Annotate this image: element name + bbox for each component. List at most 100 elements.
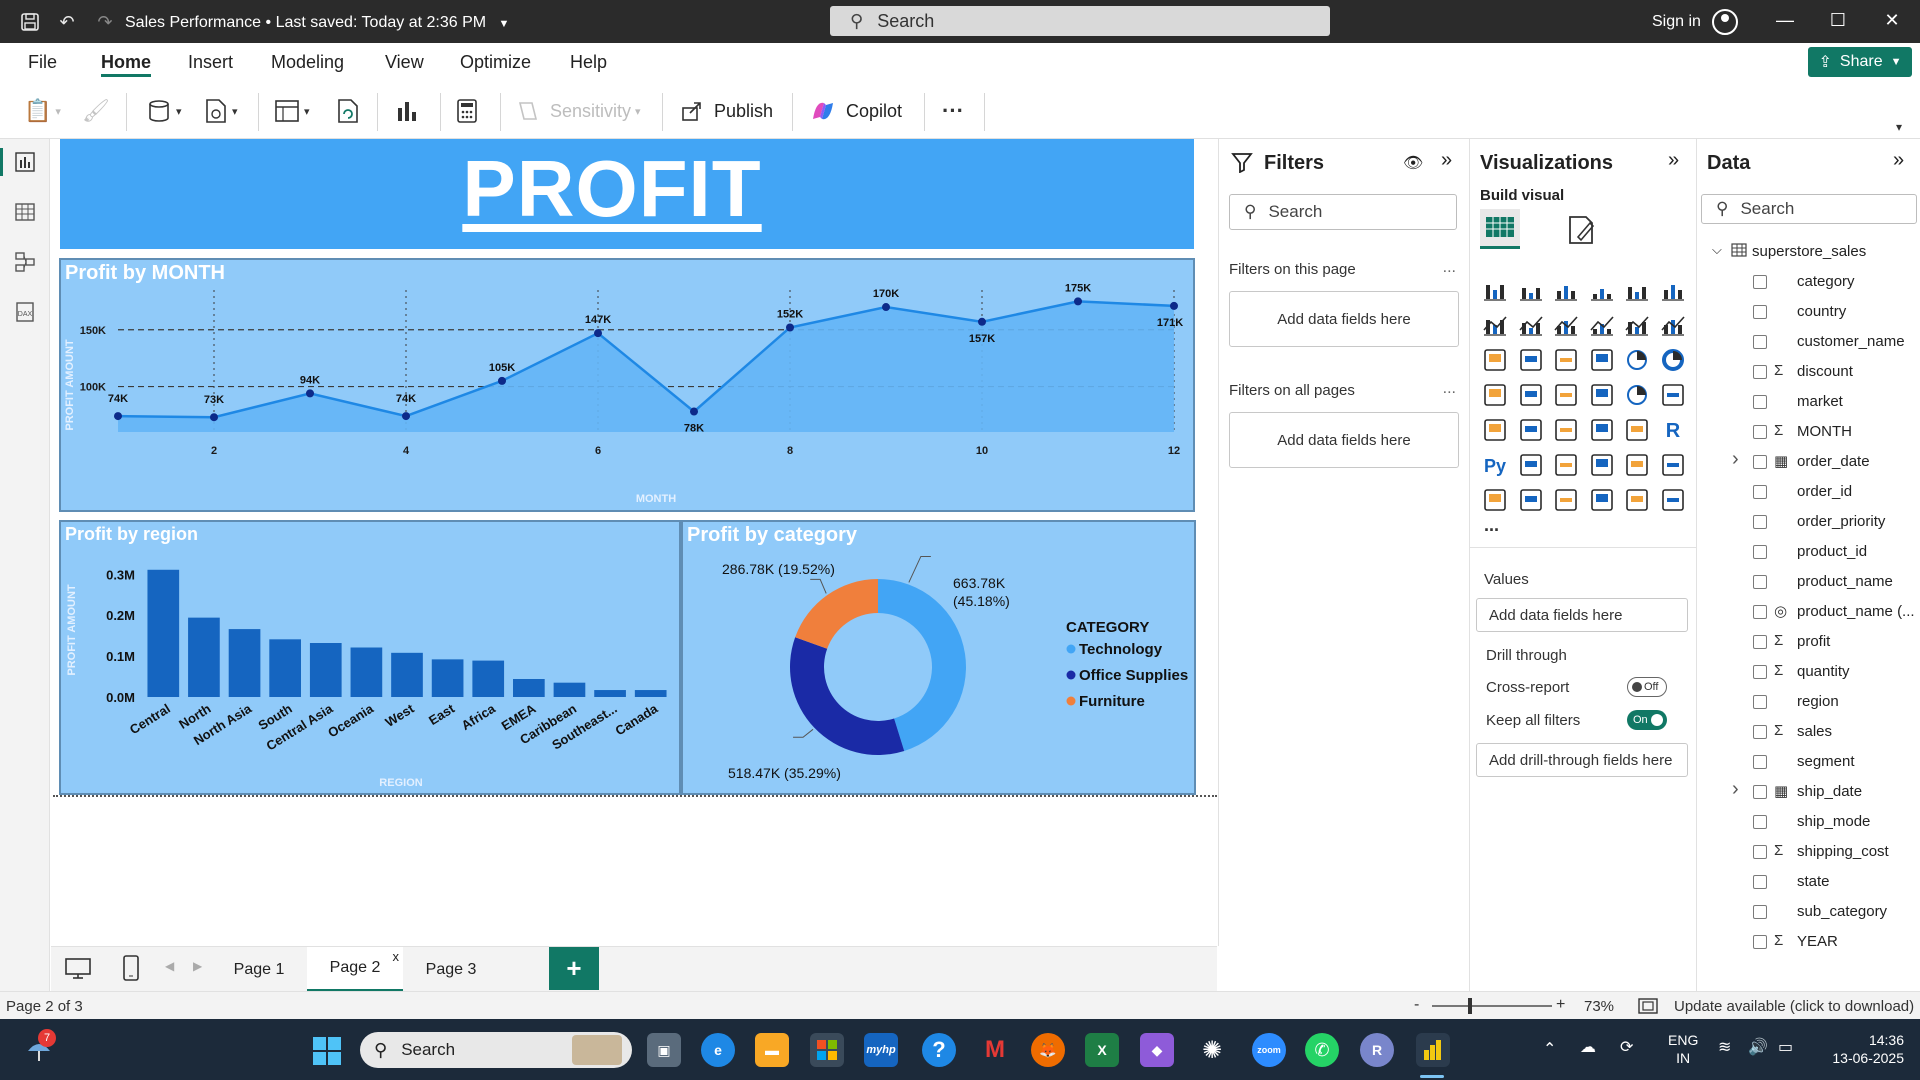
minimize-icon[interactable]: — [1770,10,1800,34]
field-item[interactable]: › ▦ order_date [1697,448,1920,475]
clustered-bar-icon[interactable] [1553,277,1579,303]
model-view-icon[interactable] [12,251,38,277]
matrix-icon[interactable] [1624,417,1650,443]
region-bar[interactable] [513,679,545,697]
field-checkbox[interactable] [1753,395,1767,409]
region-bar[interactable] [594,690,626,697]
region-bar[interactable] [188,617,220,697]
security-tray-icon[interactable]: ☁ [1580,1037,1596,1057]
collapse-data-icon[interactable]: » [1893,149,1904,172]
field-checkbox[interactable] [1753,875,1767,889]
field-item[interactable]: product_name [1697,571,1920,595]
field-checkbox[interactable] [1753,815,1767,829]
pie-icon[interactable] [1624,347,1650,373]
table-view-icon[interactable] [12,201,38,227]
field-checkbox[interactable] [1753,695,1767,709]
zoom-in-button[interactable]: + [1556,996,1565,1014]
field-checkbox[interactable] [1753,605,1767,619]
100-column-icon[interactable] [1660,277,1686,303]
field-item[interactable]: state [1697,871,1920,895]
waterfall-icon[interactable] [1518,347,1544,373]
myhp-icon[interactable]: myhp [864,1033,898,1067]
field-item[interactable]: Σ MONTH [1697,421,1920,445]
menu-file[interactable]: File [28,52,57,73]
field-checkbox[interactable] [1753,545,1767,559]
format-painter-icon[interactable]: 🖌 [82,97,110,125]
windows-start-icon[interactable] [312,1036,342,1071]
chatgpt-icon[interactable]: ✺ [1195,1033,1229,1067]
multi-card-icon[interactable] [1482,417,1508,443]
funnel-icon[interactable] [1553,347,1579,373]
show-hidden-icons[interactable]: ⌃ [1543,1039,1556,1059]
card-icon[interactable] [1660,382,1686,408]
report-view-icon[interactable] [12,151,38,177]
arcgis-icon[interactable] [1589,487,1615,513]
wifi-icon[interactable]: ≋ [1718,1037,1731,1057]
r-app-icon[interactable]: R [1360,1033,1394,1067]
stacked-bar-icon[interactable] [1482,277,1508,303]
month-data-point[interactable] [306,389,314,398]
dax-query-icon[interactable]: DAX [12,301,38,327]
field-item[interactable]: region [1697,691,1920,715]
battery-icon[interactable]: ▭ [1778,1037,1793,1057]
region-bar[interactable] [472,660,505,697]
field-item[interactable]: market [1697,391,1920,415]
more-icon[interactable]: ... [1443,259,1456,277]
more-icon[interactable]: ... [1443,380,1456,398]
line-clustered-icon[interactable] [1660,312,1686,338]
month-data-point[interactable] [690,407,698,416]
r-visual-icon[interactable]: R [1660,417,1686,443]
slicer-icon[interactable] [1553,417,1579,443]
narrative-icon[interactable] [1624,452,1650,478]
month-data-point[interactable] [978,317,986,326]
azure-map-icon[interactable] [1589,382,1615,408]
field-item[interactable]: Σsales [1697,721,1920,745]
region-bar[interactable] [309,643,342,697]
field-item[interactable]: Σquantity [1697,661,1920,685]
region-bar[interactable] [391,652,423,697]
region-bar[interactable] [228,629,261,697]
region-bar[interactable] [634,690,667,697]
fit-page-icon[interactable] [1638,998,1658,1018]
help-icon[interactable]: ? [922,1033,956,1067]
collapse-ribbon-icon[interactable]: ▾ [1896,113,1902,141]
share-button[interactable]: ⇪ Share ▼ [1808,47,1912,77]
field-checkbox[interactable] [1753,275,1767,289]
firefox-icon[interactable]: 🦊 [1031,1033,1065,1067]
tab-page-2[interactable]: Page 2 x [307,947,403,992]
save-icon[interactable] [18,10,42,34]
kpi-icon[interactable] [1518,417,1544,443]
data-search-input[interactable]: ⚲ Search [1701,194,1917,224]
sign-in-link[interactable]: Sign in [1652,13,1701,31]
map-icon[interactable] [1518,382,1544,408]
page-filters-dropzone[interactable]: Add data fields here [1229,291,1459,347]
field-checkbox[interactable] [1753,905,1767,919]
field-checkbox[interactable] [1753,515,1767,529]
transform-data-icon[interactable]: ▾ [274,97,310,125]
mcafee-icon[interactable]: M [978,1033,1012,1067]
gauge-icon[interactable] [1624,382,1650,408]
field-checkbox[interactable] [1753,935,1767,949]
stacked-column-icon[interactable] [1518,277,1544,303]
collapse-viz-icon[interactable]: » [1668,149,1679,172]
new-measure-icon[interactable] [456,97,478,125]
month-data-point[interactable] [786,323,794,332]
field-item[interactable]: Σ YEAR [1697,931,1920,955]
new-report-icon[interactable]: ▾ [204,97,238,125]
field-item[interactable]: › ▦ ship_date [1697,778,1920,805]
line-chart-icon[interactable] [1482,312,1508,338]
sensitivity-button[interactable]: Sensitivity ▾ [516,97,641,125]
region-bar[interactable] [147,569,180,697]
profit-by-category-chart[interactable]: 663.78K (45.18%) 518.47K (35.29%) 286.78K (… [681,520,1196,795]
field-checkbox[interactable] [1753,305,1767,319]
field-checkbox[interactable] [1753,725,1767,739]
menu-view[interactable]: View [385,52,424,73]
language-indicator[interactable]: ENG IN [1668,1031,1698,1067]
field-item[interactable]: Σshipping_cost [1697,841,1920,865]
stacked-area-icon[interactable] [1553,312,1579,338]
month-data-point[interactable] [882,303,890,312]
field-item[interactable]: order_priority [1697,511,1920,535]
field-item[interactable]: Σdiscount [1697,361,1920,385]
menu-home[interactable]: Home [101,52,151,73]
field-checkbox[interactable] [1753,755,1767,769]
